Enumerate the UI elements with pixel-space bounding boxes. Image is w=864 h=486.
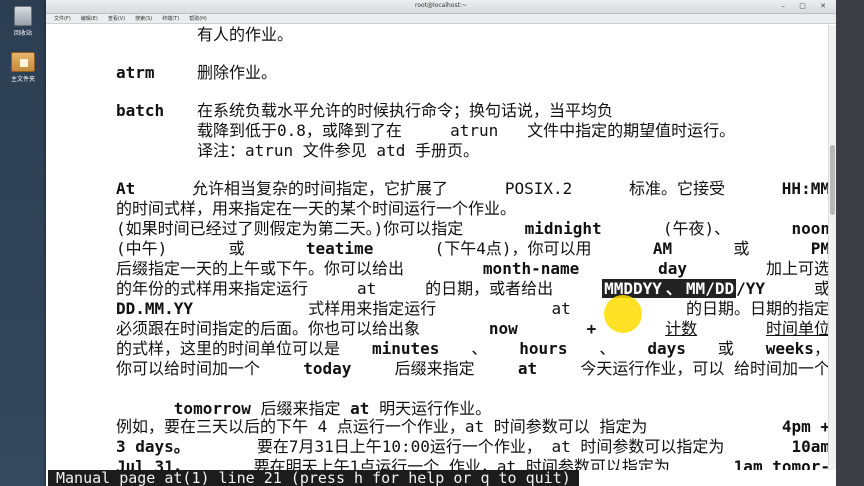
window-titlebar[interactable]: root@localhost:~ – □ ✕ [46,0,836,14]
window-title: root@localhost:~ [414,2,467,9]
home-folder-label: 主文件夹 [10,76,35,83]
terminal-scrollbar[interactable] [828,25,836,470]
man-line: 例如，要在三天以后的下午 4 点运行一个作业，at 时间参数可以 指定为 4pm… [116,417,830,436]
menu-help[interactable]: 帮助(H) [189,15,207,22]
trash-icon [14,6,32,26]
terminal-window: root@localhost:~ – □ ✕ 文件(F) 编辑(E) 查看(V)… [46,0,836,486]
desktop-trash[interactable]: 回收站 [2,6,44,37]
man-line: 的时间式样，用来指定在一天的某个时间运行一个作业。 [116,199,517,218]
home-folder-icon [11,52,35,72]
man-desc-batch-3: 译注：atrun 文件参见 atd 手册页。 [197,141,479,160]
man-desc-batch-1: 在系统负载水平允许的时候执行命令；换句话说，当平均负 [197,101,614,120]
man-line: (中午) 或 teatime (下午4点)，你可以用 AM 或 PM [116,239,830,258]
mouse-cursor-highlight [604,295,642,333]
man-desc-atrm: 删除作业。 [197,63,278,82]
man-line: 的年份的式样用来指定运行 at 的日期，或者给出 MMDDYY、 MM/DD/YY… [116,279,830,298]
man-cmd-batch: batch [116,101,165,120]
terminal-output[interactable]: 有人的作业。 atrm 删除作业。 batch 在系统负载水平允许的时候执行命令… [46,25,836,486]
menu-view[interactable]: 查看(V) [108,15,125,22]
man-line: At 允许相当复杂的时间指定，它扩展了 POSIX.2 标准。它接受 HH:MM [116,179,830,198]
desktop-sidebar: 回收站 主文件夹 [0,0,46,486]
man-line: 3 days。 要在7月31日上午10:00运行一个作业， at 时间参数可以指… [116,437,830,456]
menu-file[interactable]: 文件(F) [54,15,71,22]
close-button[interactable]: ✕ [820,2,832,10]
pager-status-text: Manual page at(1) line 21 (press h for h… [48,470,579,486]
man-line: tomorrow 后缀来指定 at 明天运行作业。 [173,399,492,418]
man-desc-batch-2: 载降到低于0.8，或降到了在 atrun 文件中指定的期望值时运行。 [197,121,736,140]
maximize-button[interactable]: □ [799,2,812,10]
desktop-right-edge [836,0,864,486]
man-line: (如果时间已经过了则假定为第二天。)你可以指定 midnight (午夜)、 n… [116,219,830,238]
menu-terminal[interactable]: 终端(T) [162,15,179,22]
man-line: 必须跟在时间指定的后面。你也可以给出象 now + 计数 时间单位 [116,319,830,338]
menubar: 文件(F) 编辑(E) 查看(V) 搜索(S) 终端(T) 帮助(H) [46,14,836,24]
menu-search[interactable]: 搜索(S) [135,15,152,22]
pager-status-bar: Manual page at(1) line 21 (press h for h… [46,470,836,486]
man-line: 后缀指定一天的上午或下午。你可以给出 month-name day 加上可选 [116,259,830,278]
man-cmd-atrm: atrm [116,63,155,82]
selected-text: MMDDYY [602,279,664,298]
desktop-home-folder[interactable]: 主文件夹 [2,52,44,83]
minimize-button[interactable]: – [782,2,792,10]
man-line: 有人的作业。 [197,25,294,44]
menu-edit[interactable]: 编辑(E) [81,15,98,22]
man-line: 你可以给时间加一个 today 后缀来指定 at 今天运行作业，可以 给时间加一… [116,359,830,378]
scrollbar-thumb[interactable] [830,145,835,215]
trash-label: 回收站 [13,30,32,37]
man-line: 的式样，这里的时间单位可以是 minutes 、 hours 、 days 或 … [116,339,830,358]
man-line: DD.MM.YY 式样用来指定运行 at 的日期。日期的指定 [116,299,830,318]
